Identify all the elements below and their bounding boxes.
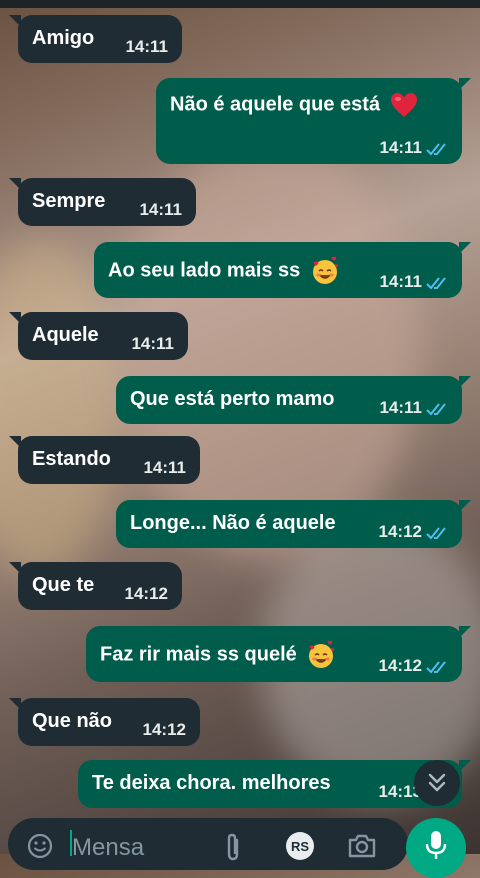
read-receipt-icon xyxy=(426,527,446,540)
message-outgoing[interactable]: Que está perto mamo 14:11 xyxy=(116,376,471,424)
voice-record-button[interactable] xyxy=(406,818,466,878)
message-outgoing[interactable]: Faz rir mais ss quelé 14:12 xyxy=(86,626,471,682)
message-text: Faz rir mais ss quelé xyxy=(100,643,297,666)
emoji-icon[interactable] xyxy=(26,832,54,860)
smiling-face-with-hearts-icon xyxy=(309,640,335,668)
message-incoming[interactable]: Estando 14:11 xyxy=(9,436,200,484)
message-time: 14:12 xyxy=(142,720,186,739)
message-incoming[interactable]: Amigo 14:11 xyxy=(9,15,182,63)
message-incoming[interactable]: Sempre 14:11 xyxy=(9,178,196,226)
message-text: Amigo xyxy=(32,27,95,49)
svg-text:RS: RS xyxy=(291,839,309,854)
message-outgoing[interactable]: Não é aquele que está 14:11 xyxy=(156,78,471,164)
message-incoming[interactable]: Que te 14:12 xyxy=(9,562,182,610)
scroll-to-bottom-button[interactable] xyxy=(414,760,460,806)
message-time: 14:11 xyxy=(125,37,168,56)
message-text: Estando xyxy=(32,448,111,470)
message-text: Ao seu lado mais ss xyxy=(108,259,301,282)
microphone-icon xyxy=(425,831,447,859)
message-text: Longe... Não é aquele xyxy=(130,512,336,534)
message-text: Que não xyxy=(32,710,113,732)
message-outgoing[interactable]: Ao seu lado mais ss 14:11 xyxy=(94,242,471,298)
message-time: 14:11 xyxy=(139,200,182,219)
message-time: 14:11 xyxy=(379,272,422,291)
message-incoming[interactable]: Que não 14:12 xyxy=(9,698,200,746)
read-receipt-icon xyxy=(426,277,446,290)
read-receipt-icon xyxy=(426,143,446,156)
message-composer[interactable]: Mensa RS xyxy=(8,818,408,870)
read-receipt-icon xyxy=(426,661,446,674)
message-text: Te deixa chora. melhores xyxy=(92,772,331,794)
message-time: 14:12 xyxy=(378,656,422,675)
status-bar xyxy=(0,0,480,8)
message-text: Que está perto mamo xyxy=(130,388,335,410)
chevron-double-down-icon xyxy=(428,773,446,792)
message-text: Não é aquele que está xyxy=(170,93,381,116)
message-incoming[interactable]: Aquele 14:11 xyxy=(9,312,188,360)
message-input[interactable]: Mensa xyxy=(72,834,144,862)
message-text: Que te xyxy=(32,574,95,596)
message-outgoing[interactable]: Longe... Não é aquele 14:12 xyxy=(116,500,471,548)
message-outgoing[interactable]: Te deixa chora. melhores 14:13 xyxy=(78,760,471,808)
message-time: 14:12 xyxy=(378,522,422,541)
camera-icon[interactable] xyxy=(346,832,378,860)
message-time: 14:11 xyxy=(379,138,422,157)
message-time: 14:11 xyxy=(379,398,422,417)
message-time: 14:11 xyxy=(143,458,186,477)
read-receipt-icon xyxy=(426,403,446,416)
attach-icon[interactable] xyxy=(222,832,244,862)
message-text: Sempre xyxy=(32,190,106,212)
message-time: 14:11 xyxy=(131,334,174,353)
red-heart-icon xyxy=(390,93,417,117)
message-time: 14:12 xyxy=(124,584,168,603)
smiling-face-with-hearts-icon xyxy=(312,256,339,284)
payment-rs-icon[interactable]: RS xyxy=(284,830,316,862)
message-text: Aquele xyxy=(32,324,99,346)
